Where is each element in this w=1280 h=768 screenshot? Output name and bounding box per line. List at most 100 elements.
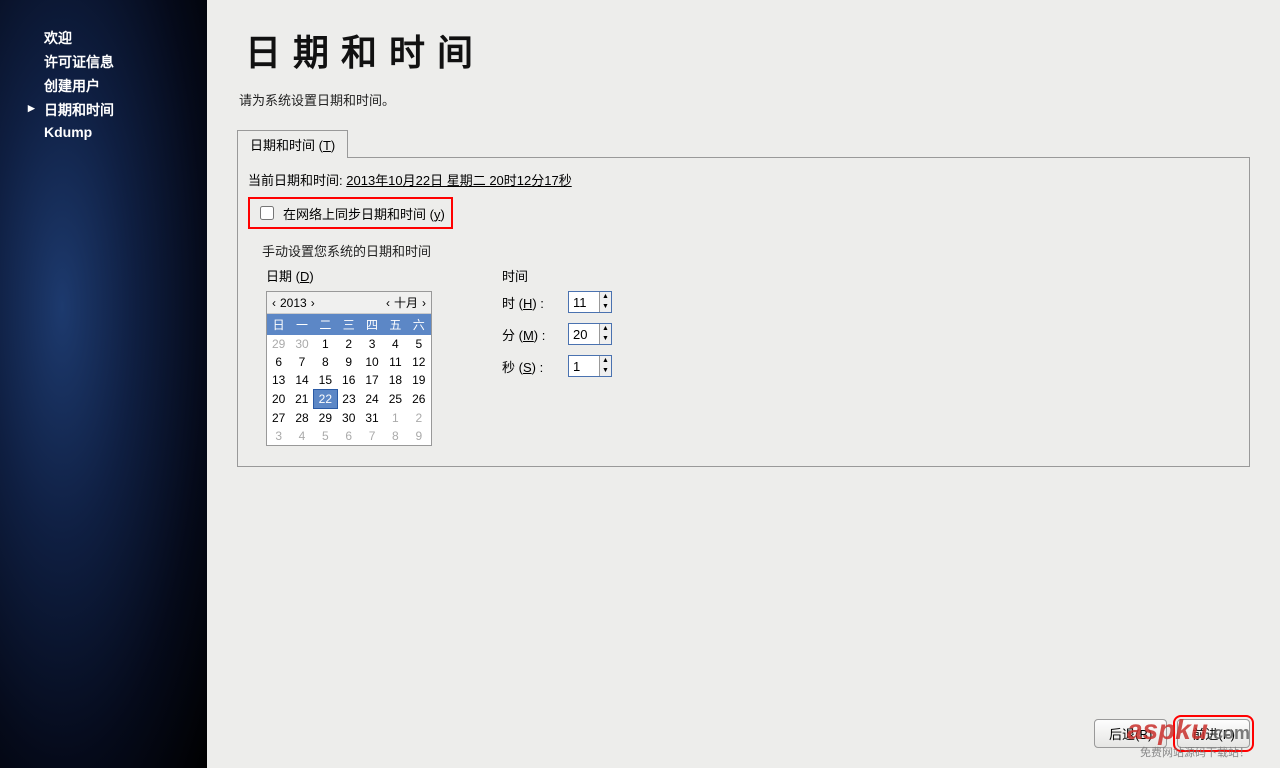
- sidebar-item-1[interactable]: 许可证信息: [0, 50, 207, 74]
- calendar-day[interactable]: 9: [337, 353, 360, 371]
- calendar-day[interactable]: 2: [337, 335, 360, 353]
- calendar-dow-row: 日一二三四五六: [267, 314, 431, 335]
- minute-row: 分 (M) : ▲▼: [502, 323, 612, 345]
- calendar-dow: 日: [267, 314, 290, 335]
- calendar-day[interactable]: 17: [360, 371, 383, 390]
- calendar-day[interactable]: 13: [267, 371, 290, 390]
- calendar-day[interactable]: 5: [407, 335, 430, 353]
- sidebar-item-3[interactable]: 日期和时间: [0, 98, 207, 122]
- calendar-dow: 二: [314, 314, 337, 335]
- tab-panel: 当前日期和时间: 2013年10月22日 星期二 20时12分17秒 在网络上同…: [237, 157, 1250, 467]
- calendar-dow: 一: [290, 314, 313, 335]
- calendar-day: 5: [314, 427, 337, 445]
- calendar-week: 6789101112: [267, 353, 431, 371]
- calendar-day[interactable]: 16: [337, 371, 360, 390]
- forward-button[interactable]: 前进(F): [1177, 719, 1250, 748]
- tab-datetime[interactable]: 日期和时间 (T): [237, 130, 348, 158]
- calendar-day[interactable]: 14: [290, 371, 313, 390]
- calendar-day[interactable]: 8: [314, 353, 337, 371]
- calendar-day[interactable]: 30: [337, 409, 360, 428]
- calendar-day[interactable]: 21: [290, 390, 313, 409]
- calendar-day[interactable]: 4: [384, 335, 407, 353]
- calendar-day[interactable]: 19: [407, 371, 430, 390]
- calendar-day[interactable]: 31: [360, 409, 383, 428]
- sync-network-checkbox-input[interactable]: [260, 206, 274, 220]
- calendar-day: 2: [407, 409, 430, 428]
- date-column: 日期 (D) ‹ 2013 › ‹ 十月 ›: [266, 266, 432, 446]
- hour-input[interactable]: [569, 292, 599, 312]
- next-year-icon[interactable]: ›: [310, 296, 316, 310]
- minute-down-icon[interactable]: ▼: [600, 334, 611, 344]
- hour-stepper[interactable]: ▲▼: [568, 291, 612, 313]
- calendar-dow: 三: [337, 314, 360, 335]
- calendar-day[interactable]: 6: [267, 353, 290, 371]
- calendar-day[interactable]: 3: [360, 335, 383, 353]
- sidebar-item-2[interactable]: 创建用户: [0, 74, 207, 98]
- calendar-day[interactable]: 18: [384, 371, 407, 390]
- calendar-day[interactable]: 24: [360, 390, 383, 409]
- next-month-icon[interactable]: ›: [421, 296, 427, 310]
- calendar-day[interactable]: 10: [360, 353, 383, 371]
- calendar-week: 293012345: [267, 335, 431, 353]
- calendar-day[interactable]: 23: [337, 390, 360, 409]
- calendar-dow: 六: [407, 314, 430, 335]
- calendar-week: 13141516171819: [267, 371, 431, 390]
- calendar-body: 2930123456789101112131415161718192021222…: [267, 335, 431, 445]
- calendar-grid: 日一二三四五六 29301234567891011121314151617181…: [267, 314, 431, 445]
- hour-row: 时 (H) : ▲▼: [502, 291, 612, 313]
- calendar-day[interactable]: 15: [314, 371, 337, 390]
- calendar-day: 9: [407, 427, 430, 445]
- calendar[interactable]: ‹ 2013 › ‹ 十月 › 日一二三四五六: [266, 291, 432, 446]
- second-input[interactable]: [569, 356, 599, 376]
- sidebar-item-0[interactable]: 欢迎: [0, 26, 207, 50]
- calendar-day: 6: [337, 427, 360, 445]
- time-section-label: 时间: [502, 266, 612, 285]
- page-title: 日期和时间: [245, 24, 1250, 76]
- calendar-week: 272829303112: [267, 409, 431, 428]
- calendar-dow: 五: [384, 314, 407, 335]
- minute-input[interactable]: [569, 324, 599, 344]
- calendar-day: 3: [267, 427, 290, 445]
- calendar-day[interactable]: 26: [407, 390, 430, 409]
- time-column: 时间 时 (H) : ▲▼ 分 (M) :: [492, 266, 612, 446]
- calendar-day[interactable]: 28: [290, 409, 313, 428]
- sync-highlight: 在网络上同步日期和时间 (y): [248, 197, 453, 229]
- calendar-day: 30: [290, 335, 313, 353]
- calendar-day[interactable]: 11: [384, 353, 407, 371]
- calendar-day[interactable]: 29: [314, 409, 337, 428]
- second-up-icon[interactable]: ▲: [600, 356, 611, 366]
- prev-year-icon[interactable]: ‹: [271, 296, 277, 310]
- calendar-month[interactable]: 十月: [393, 294, 419, 311]
- calendar-week: 3456789: [267, 427, 431, 445]
- sync-network-checkbox[interactable]: 在网络上同步日期和时间 (y): [256, 203, 445, 223]
- calendar-year[interactable]: 2013: [279, 296, 308, 310]
- calendar-day[interactable]: 27: [267, 409, 290, 428]
- calendar-header: ‹ 2013 › ‹ 十月 ›: [267, 292, 431, 314]
- calendar-day[interactable]: 22: [314, 390, 337, 409]
- calendar-day: 4: [290, 427, 313, 445]
- calendar-dow: 四: [360, 314, 383, 335]
- manual-set-label: 手动设置您系统的日期和时间: [262, 241, 1239, 260]
- calendar-week: 20212223242526: [267, 390, 431, 409]
- calendar-day: 1: [384, 409, 407, 428]
- second-row: 秒 (S) : ▲▼: [502, 355, 612, 377]
- minute-stepper[interactable]: ▲▼: [568, 323, 612, 345]
- prev-month-icon[interactable]: ‹: [385, 296, 391, 310]
- date-section-label: 日期 (D): [266, 266, 432, 285]
- calendar-day[interactable]: 12: [407, 353, 430, 371]
- sidebar: 欢迎许可证信息创建用户日期和时间Kdump: [0, 0, 207, 768]
- calendar-day[interactable]: 1: [314, 335, 337, 353]
- sidebar-item-4[interactable]: Kdump: [0, 122, 207, 142]
- page-prompt: 请为系统设置日期和时间。: [239, 90, 1250, 109]
- second-stepper[interactable]: ▲▼: [568, 355, 612, 377]
- back-button[interactable]: 后退(B): [1094, 719, 1167, 748]
- calendar-day[interactable]: 7: [290, 353, 313, 371]
- current-datetime-line: 当前日期和时间: 2013年10月22日 星期二 20时12分17秒: [248, 170, 1239, 189]
- hour-up-icon[interactable]: ▲: [600, 292, 611, 302]
- footer-buttons: 后退(B) 前进(F): [1094, 719, 1250, 748]
- second-down-icon[interactable]: ▼: [600, 366, 611, 376]
- hour-down-icon[interactable]: ▼: [600, 302, 611, 312]
- calendar-day[interactable]: 25: [384, 390, 407, 409]
- minute-up-icon[interactable]: ▲: [600, 324, 611, 334]
- calendar-day[interactable]: 20: [267, 390, 290, 409]
